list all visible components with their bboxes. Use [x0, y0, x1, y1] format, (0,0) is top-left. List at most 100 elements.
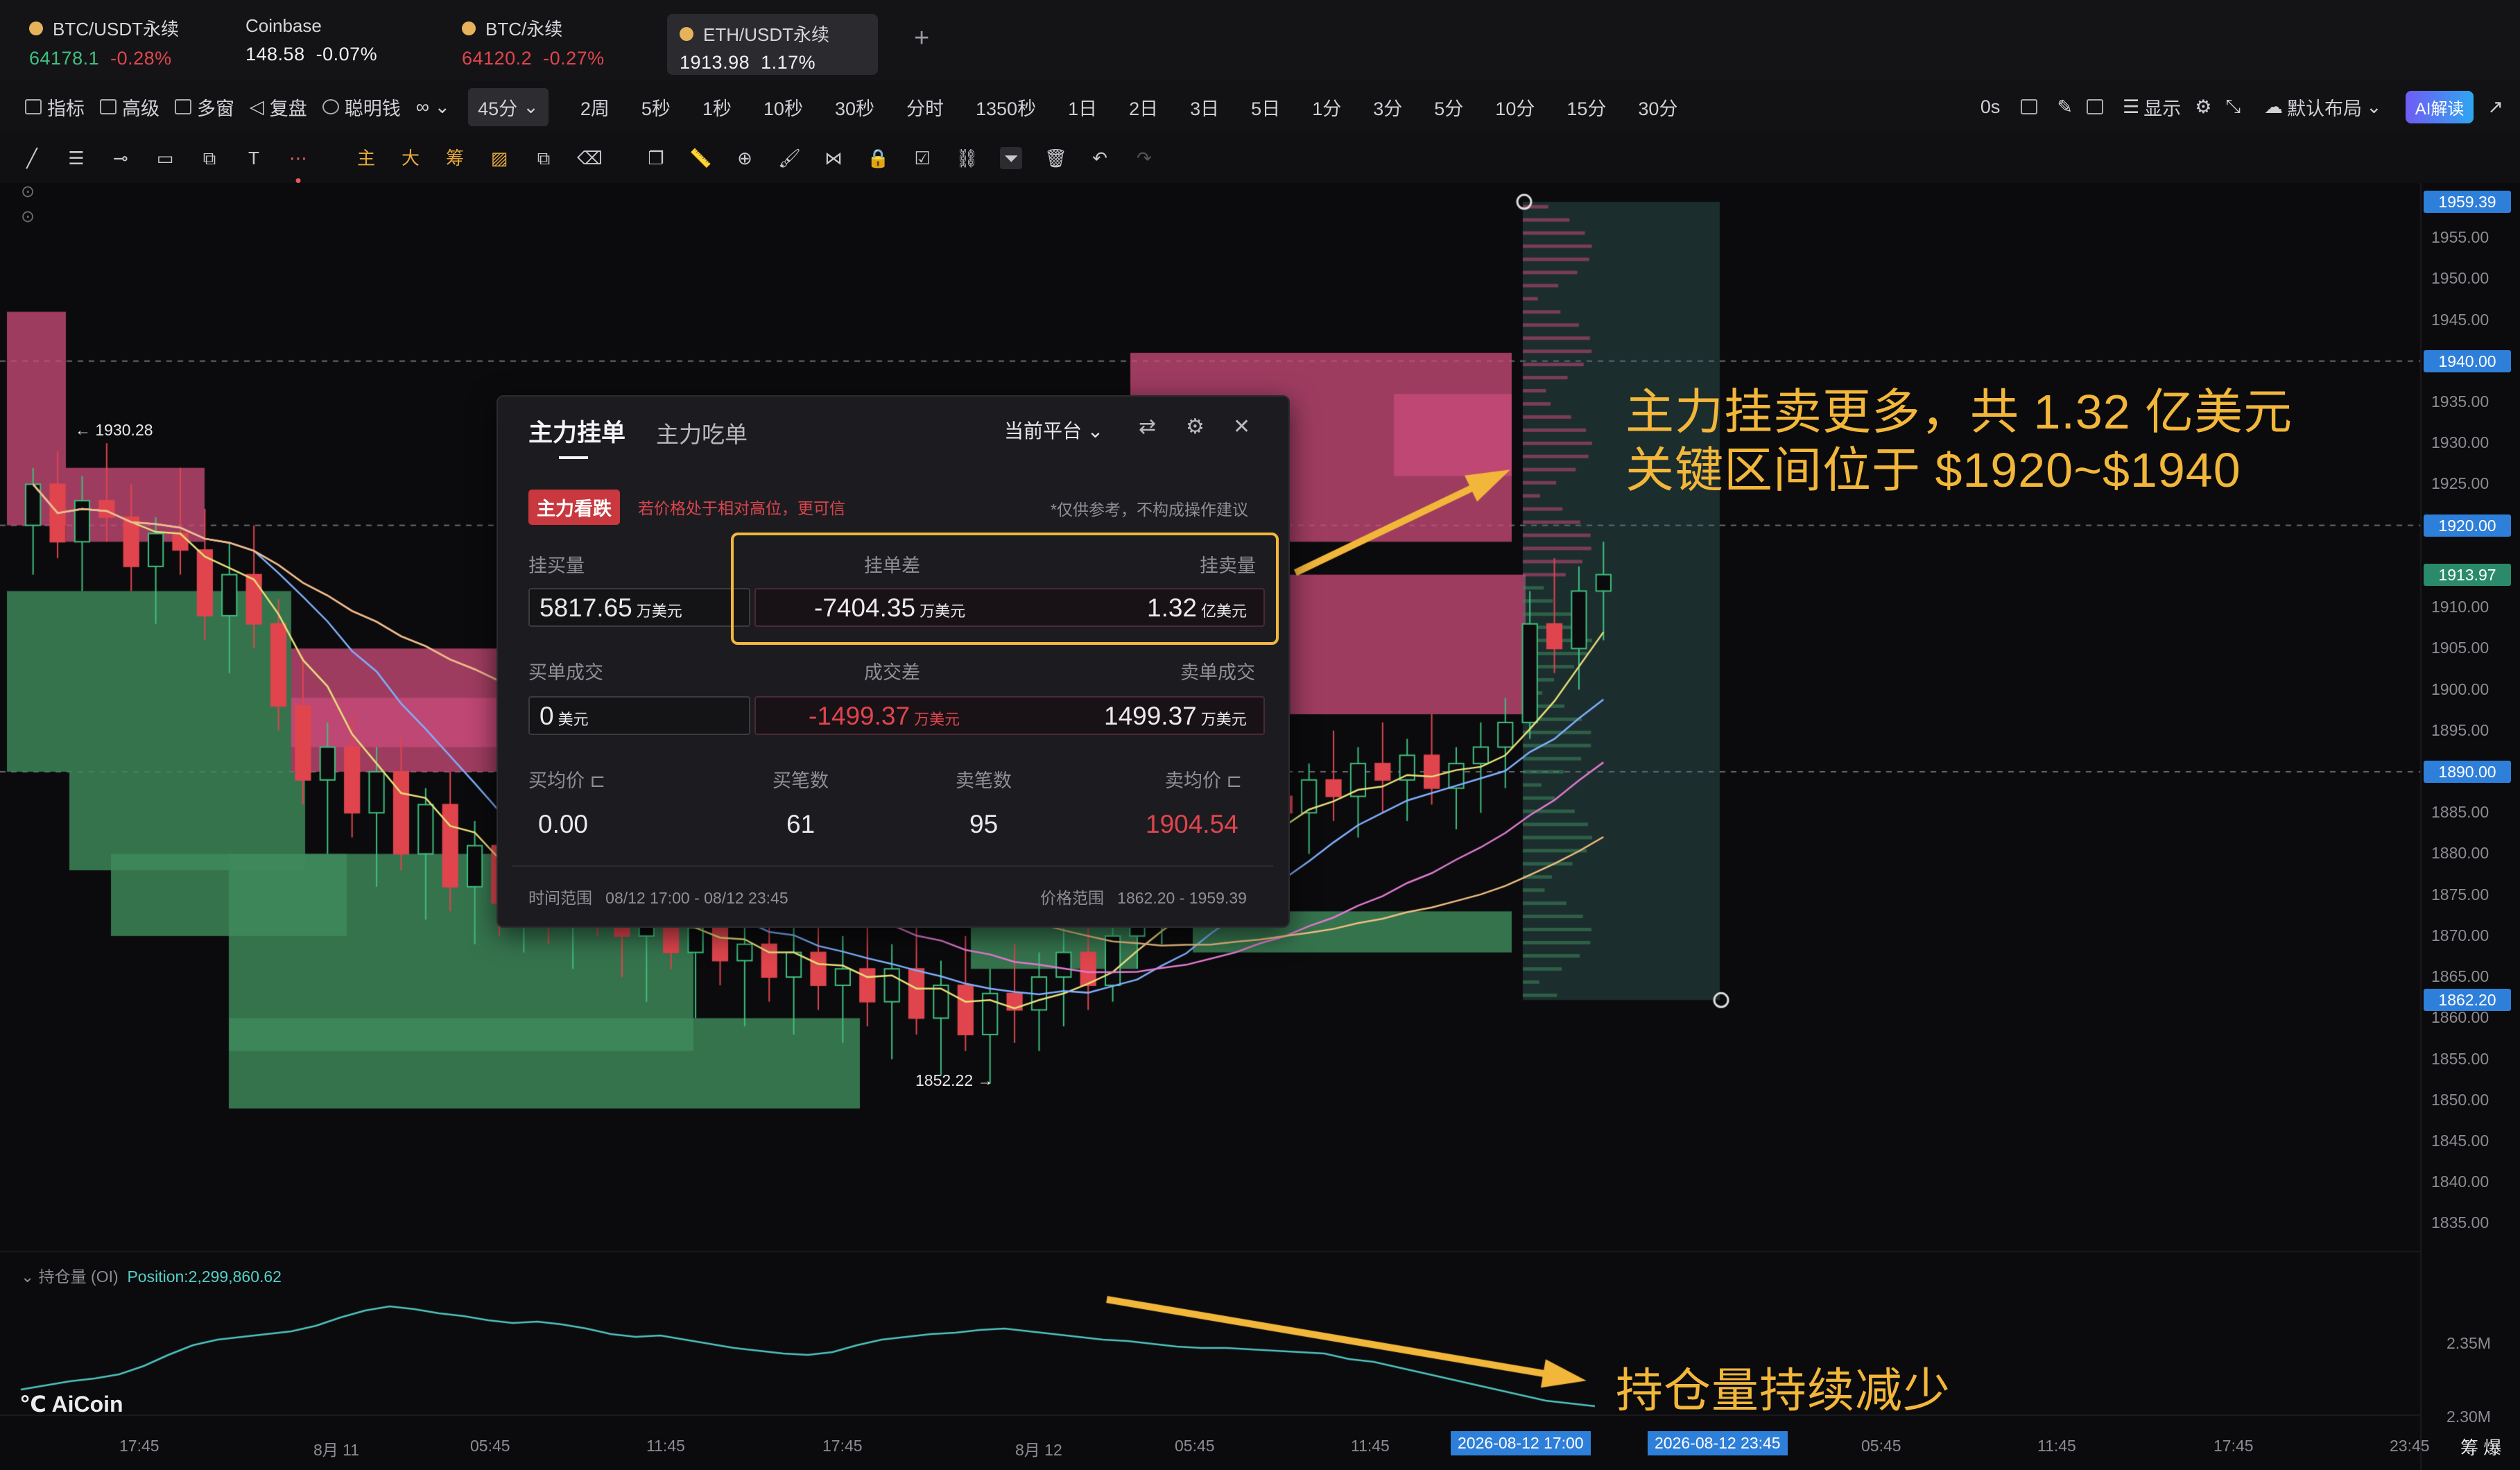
platform-dropdown[interactable]: 当前平台 ⌄: [1004, 416, 1103, 444]
interval-selected-dropdown[interactable]: 45分 ⌄: [468, 87, 549, 126]
price-tick-label: 1930.00: [2431, 433, 2489, 452]
rewind-icon: ◁: [250, 96, 264, 117]
interval-option[interactable]: 1秒: [702, 94, 732, 121]
replay-button[interactable]: ◁ 复盘: [250, 94, 307, 121]
eraser-tool-icon[interactable]: ⌫: [577, 147, 603, 169]
magnet-icon[interactable]: ⋈: [822, 147, 845, 169]
ticker-tab-coinbase[interactable]: Coinbase 148.58 -0.07%: [245, 15, 377, 74]
oi-indicator-title[interactable]: ⌄ 持仓量 (OI) Position:2,299,860.62: [21, 1263, 282, 1287]
undo-icon[interactable]: ↶: [1089, 147, 1111, 169]
interval-option[interactable]: 10秒: [763, 94, 803, 121]
layout-dropdown[interactable]: ☁ 默认布局 ⌄: [2264, 94, 2382, 121]
marker-tool-icon[interactable]: ⋯•: [287, 147, 309, 191]
rectangle-tool-icon[interactable]: ▭: [154, 147, 176, 169]
camera-icon[interactable]: [2021, 99, 2043, 114]
settings-icon[interactable]: ⚙: [2195, 96, 2211, 118]
interval-selected-label: 45分: [478, 98, 518, 119]
close-icon[interactable]: ✕: [1233, 415, 1250, 439]
price-tick-label: 1950.00: [2431, 269, 2489, 288]
tag-icon: ⊏: [1226, 770, 1243, 791]
filter-icon[interactable]: ⏷: [1000, 147, 1022, 169]
indicators-button[interactable]: 指标: [25, 94, 85, 121]
interval-option[interactable]: 3日: [1190, 94, 1219, 121]
ticker-tab-btc-perp[interactable]: BTC/永续 64120.2 -0.27%: [462, 15, 605, 74]
external-share-icon[interactable]: ↗: [2487, 96, 2503, 118]
large-order-tool-icon[interactable]: 大: [399, 147, 422, 169]
text-tool-icon[interactable]: T: [243, 147, 265, 169]
copy-tool-icon[interactable]: ⧉: [533, 147, 555, 169]
redo-icon[interactable]: ↷: [1133, 147, 1155, 169]
interval-option[interactable]: 1日: [1068, 94, 1097, 121]
ray-tool-icon[interactable]: ⊸: [110, 147, 132, 169]
footer-tools[interactable]: 筹 爆: [2460, 1434, 2501, 1460]
interval-option[interactable]: 30分: [1638, 94, 1677, 121]
ruler-tool-icon[interactable]: 📏: [689, 147, 711, 169]
brush-tool-icon[interactable]: 🖌: [778, 147, 801, 169]
heatmap-tool-icon[interactable]: ▨: [488, 147, 510, 169]
chevron-down-icon: ⌄: [2366, 96, 2382, 117]
settings-icon[interactable]: ⚙: [1186, 415, 1205, 439]
interval-option[interactable]: 10分: [1495, 94, 1535, 121]
tab-main-fills[interactable]: 主力吃单: [656, 416, 748, 449]
collapse-arrow-icon[interactable]: ⊙: [21, 182, 35, 202]
trash-icon[interactable]: 🗑: [1044, 147, 1067, 169]
ticker-price: 64120.2: [462, 48, 533, 69]
fib-tool-icon[interactable]: ⧉: [198, 147, 221, 169]
interval-option[interactable]: 1350秒: [976, 94, 1036, 121]
tag-icon: ⊏: [589, 770, 606, 791]
expand-arrow-icon[interactable]: ⊙: [21, 207, 35, 227]
trendline-tool-icon[interactable]: ╱: [21, 147, 43, 169]
interval-option[interactable]: 5日: [1251, 94, 1280, 121]
interval-option[interactable]: 5秒: [641, 94, 671, 121]
ticker-tab-btc-usdt[interactable]: BTC/USDT永续 64178.1 -0.28%: [29, 15, 179, 74]
smart-money-button[interactable]: 聪明钱: [322, 94, 401, 121]
platform-label: 当前平台: [1004, 420, 1082, 442]
price-tick-label: 1925.00: [2431, 474, 2489, 493]
interval-option[interactable]: 3分: [1373, 94, 1402, 121]
countdown-label[interactable]: 0s: [1980, 96, 2001, 118]
interval-option[interactable]: 30秒: [835, 94, 874, 121]
price-range-label: 价格范围: [1040, 889, 1104, 907]
display-button[interactable]: ☰ 显示: [2123, 94, 2181, 121]
top-ticker-bar: BTC/USDT永续 64178.1 -0.28% Coinbase 148.5…: [0, 0, 2520, 82]
time-range: 时间范围 08/12 17:00 - 08/12 23:45: [528, 885, 788, 908]
tab-underline: [559, 456, 588, 459]
share-window-icon[interactable]: [2087, 99, 2109, 114]
clone-tool-icon[interactable]: ❐: [645, 147, 667, 169]
chip-tool-icon[interactable]: 筹: [444, 147, 466, 169]
horizontal-lines-tool-icon[interactable]: ☰: [65, 147, 87, 169]
time-tick-label: 11:45: [646, 1437, 685, 1455]
ai-interpret-button[interactable]: AI解读: [2405, 90, 2474, 123]
pen-icon[interactable]: ✎: [2057, 96, 2073, 118]
edit-list-icon[interactable]: ☑: [911, 147, 933, 169]
interval-option[interactable]: 5分: [1434, 94, 1463, 121]
price-tick-label: 1835.00: [2431, 1213, 2489, 1232]
ticker-tab-eth-perp[interactable]: ETH/USDT永续 1913.98 1.17%: [667, 14, 878, 75]
collapse-icon[interactable]: ⤡: [2225, 96, 2241, 118]
coin-icon: [462, 21, 476, 35]
fill-diff-label: 成交差: [864, 662, 920, 683]
zoom-in-icon[interactable]: ⊕: [734, 147, 756, 169]
main-force-orders-panel: 主力挂单 主力吃单 当前平台 ⌄ ⇄ ⚙ ✕ 主力看跌 若价格处于相对高位，更可…: [497, 395, 1290, 928]
cloud-icon: ☁: [2264, 96, 2284, 117]
main-force-tool-icon[interactable]: 主: [355, 147, 377, 169]
lock-icon[interactable]: 🔒: [867, 147, 889, 169]
multi-window-button[interactable]: 多窗: [175, 94, 234, 121]
interval-option[interactable]: 2周: [580, 94, 610, 121]
price-tick-label: 1910.00: [2431, 598, 2489, 616]
buy-fill-number: 0: [540, 702, 554, 730]
interval-option[interactable]: 15分: [1567, 94, 1606, 121]
glasses-icon: ∞ ⌄: [415, 96, 451, 117]
interval-option[interactable]: 分时: [906, 94, 944, 121]
interval-option[interactable]: 2日: [1129, 94, 1158, 121]
swap-icon[interactable]: ⇄: [1139, 415, 1156, 439]
glasses-dropdown[interactable]: ∞ ⌄: [416, 96, 450, 118]
advanced-button[interactable]: 高级: [100, 94, 159, 121]
unit-label: 万美元: [914, 711, 960, 728]
time-tick-label: 05:45: [1175, 1437, 1215, 1455]
tab-main-orders[interactable]: 主力挂单: [528, 413, 625, 449]
add-tab-button[interactable]: +: [914, 24, 929, 53]
indicators-icon: [25, 99, 42, 114]
interval-option[interactable]: 1分: [1312, 94, 1341, 121]
link-icon[interactable]: ⛓: [956, 147, 978, 169]
